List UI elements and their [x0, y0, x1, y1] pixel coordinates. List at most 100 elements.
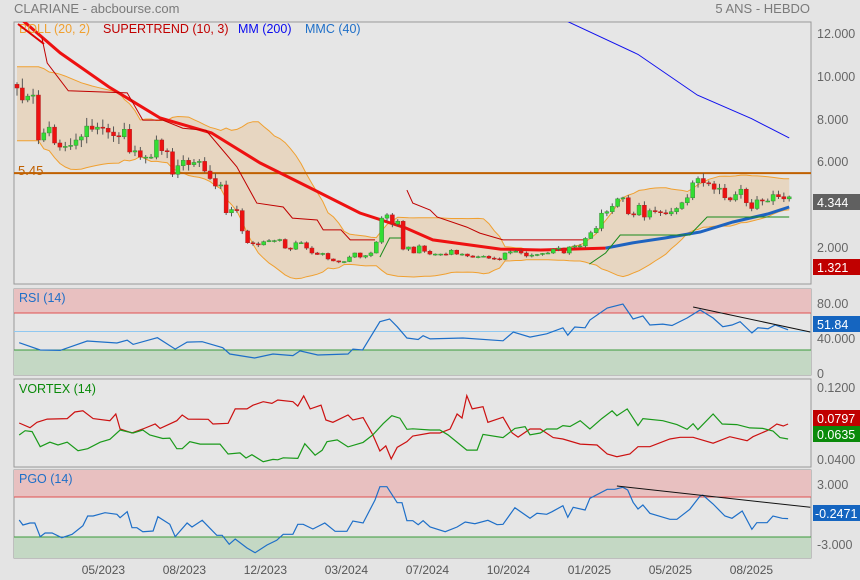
candle: [14, 84, 20, 89]
candle: [701, 178, 706, 184]
stock-chart: CLARIANE - abcbourse.com 5 ANS - HEBDO 5…: [13, 1, 860, 577]
rsi-label: RSI (14): [19, 291, 66, 305]
pgo-value: -0.2471: [815, 507, 857, 521]
candle: [239, 210, 245, 232]
legend-mm200[interactable]: MM (200): [238, 22, 291, 36]
candle: [347, 256, 352, 262]
candle: [105, 127, 111, 133]
price-tick: 8.000: [817, 113, 848, 127]
candle: [52, 126, 57, 144]
vortex-tick: 0.1200: [817, 381, 855, 395]
candle: [583, 238, 588, 247]
candle: [331, 258, 336, 262]
candle: [368, 252, 374, 256]
rsi-oversold-zone: [14, 350, 811, 375]
candle: [636, 205, 642, 216]
candle: [786, 196, 792, 200]
candle: [679, 202, 685, 209]
candle: [567, 246, 572, 254]
pgo-upper-zone: [14, 470, 811, 497]
candle: [304, 242, 309, 249]
candle: [475, 256, 481, 258]
candle: [690, 182, 695, 199]
candle: [685, 197, 690, 203]
candle: [727, 197, 733, 201]
candle: [406, 246, 411, 250]
date-tick-label: 05/2025: [649, 563, 693, 577]
candle: [642, 205, 647, 218]
candle: [486, 255, 492, 259]
legend-mmc40[interactable]: MMC (40): [305, 22, 361, 36]
candle: [411, 246, 417, 254]
second-price-value: 1.321: [817, 261, 848, 275]
candle: [256, 243, 261, 246]
candle: [266, 240, 272, 242]
candle: [663, 212, 669, 215]
candle: [551, 248, 556, 254]
chart-title: CLARIANE - abcbourse.com: [14, 1, 179, 16]
candle: [352, 252, 358, 258]
price-axis: 12.000 10.000 8.000 6.000 2.000: [817, 27, 855, 255]
candle: [57, 142, 63, 148]
candle: [534, 254, 540, 256]
candle: [620, 197, 626, 200]
rsi-overbought-zone: [14, 289, 811, 313]
candle: [395, 221, 400, 225]
candle: [79, 136, 84, 141]
candle: [443, 253, 449, 256]
candle: [325, 253, 331, 260]
last-price-value: 4.344: [817, 196, 848, 210]
candle: [282, 239, 288, 249]
candle: [390, 214, 395, 225]
legend: BOLL (20, 2) SUPERTREND (10, 3) MM (200)…: [19, 22, 361, 36]
candle: [68, 145, 73, 147]
candle: [556, 247, 561, 250]
candle: [46, 126, 52, 134]
price-tick: 2.000: [817, 241, 848, 255]
rsi-tick: 80.00: [817, 297, 848, 311]
candle: [186, 160, 191, 165]
candle: [197, 161, 202, 163]
date-axis: 05/2023 08/2023 12/2023 03/2024 07/2024 10/20…: [82, 563, 774, 577]
candle: [143, 156, 148, 159]
date-tick-label: 08/2025: [730, 563, 774, 577]
candle: [652, 210, 658, 212]
legend-supertrend[interactable]: SUPERTREND (10, 3): [103, 22, 229, 36]
candle: [454, 249, 459, 255]
candle: [776, 194, 781, 197]
candle: [41, 132, 47, 141]
candle: [175, 165, 181, 175]
candle: [416, 245, 422, 254]
candle: [374, 241, 379, 254]
vortex-tick: 0.0400: [817, 453, 855, 467]
candle: [459, 253, 465, 256]
rsi-tick: 0: [817, 367, 824, 381]
candle: [363, 255, 368, 258]
date-tick-label: 01/2025: [568, 563, 612, 577]
candle: [207, 170, 213, 179]
candle: [561, 247, 567, 254]
candle: [781, 196, 787, 200]
price-tick: 10.000: [817, 70, 855, 84]
candle: [293, 242, 299, 250]
vortex-panel: [13, 378, 812, 468]
candle: [470, 255, 476, 258]
candle: [384, 214, 390, 219]
candle: [722, 187, 728, 199]
candle: [116, 135, 122, 138]
candle: [658, 211, 663, 214]
candle: [213, 178, 218, 187]
candle: [438, 253, 443, 256]
candle: [63, 146, 68, 148]
vortex-plus-value: 0.0635: [817, 428, 855, 442]
candle: [357, 252, 363, 258]
candle: [492, 257, 497, 260]
candle: [277, 239, 283, 241]
candle: [30, 94, 36, 97]
candle: [288, 247, 293, 250]
candle: [272, 240, 277, 242]
candle: [508, 251, 513, 254]
candle: [89, 125, 95, 130]
candle: [250, 242, 256, 245]
pgo-label: PGO (14): [19, 472, 73, 486]
